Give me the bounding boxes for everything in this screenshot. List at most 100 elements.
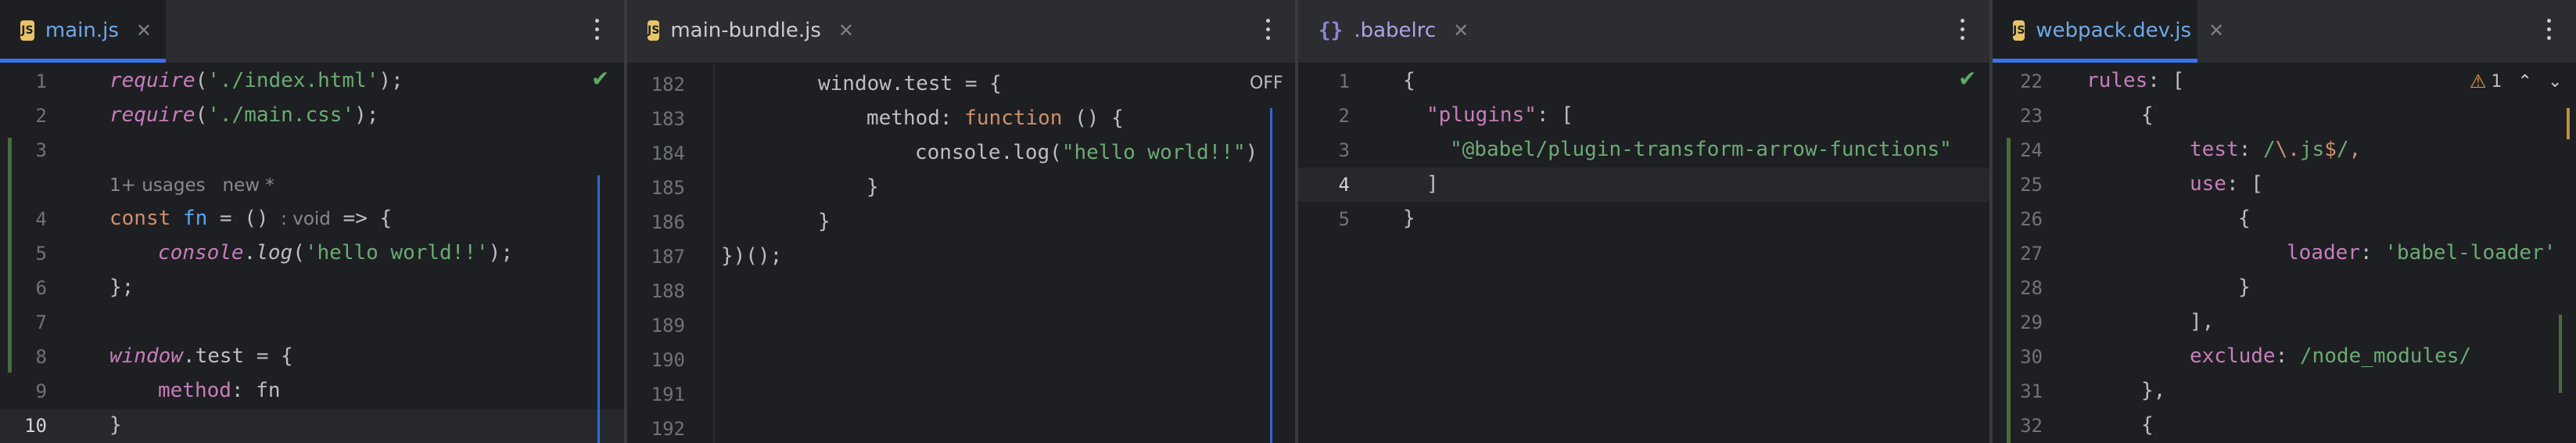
code-line-4: const fn = () : void => {: [109, 207, 393, 230]
line-number: 22: [2020, 70, 2043, 92]
tab-bar: JS main-bundle.js ✕: [627, 0, 1295, 64]
close-icon[interactable]: ✕: [2208, 20, 2224, 41]
line-number-gutter: 1 2 3 4 5 6 7 8 9 10: [0, 64, 94, 443]
code-line-2: "plugins": [: [1426, 103, 1573, 127]
line-number: 24: [2020, 139, 2043, 161]
code-line-24: test: /\.js$/,: [2190, 138, 2362, 161]
no-problems-check-icon: ✔: [591, 66, 610, 92]
line-number: 8: [35, 346, 47, 368]
line-number: 3: [1338, 139, 1350, 161]
more-options-icon[interactable]: [1958, 19, 1966, 44]
line-number: 182: [651, 74, 685, 95]
line-number: 6: [35, 277, 47, 299]
ide-window: JS main.js ✕ 1 2 3 4 5 6 7 8 9 10 ✔ requ…: [0, 0, 2576, 443]
line-number-gutter: 22 23 24 25 26 27 28 29 30 31 32: [1993, 64, 2071, 443]
author-inlay-hint: new *: [222, 175, 274, 196]
line-number: 23: [2020, 105, 2043, 127]
close-icon[interactable]: ✕: [1453, 20, 1469, 41]
line-number: 3: [35, 139, 47, 161]
code-line-26: {: [2238, 207, 2251, 230]
code-line-28: }: [2238, 276, 2251, 299]
js-icon: JS: [20, 20, 34, 41]
code-line-25: use: [: [2190, 172, 2263, 196]
line-number-gutter: 182 183 184 185 186 187 188 189 190 191 …: [627, 64, 715, 443]
tab-bar: {} .babelrc ✕: [1298, 0, 1989, 64]
tab-main-bundle-js[interactable]: JS main-bundle.js ✕: [627, 0, 868, 61]
line-number: 190: [651, 349, 685, 371]
code-line-184: console.log("hello world!!"): [915, 141, 1258, 164]
line-number: 2: [1338, 105, 1350, 127]
chevron-down-icon[interactable]: ⌄: [2548, 72, 2562, 92]
scrollbar[interactable]: [1270, 108, 1272, 443]
tab-main-js[interactable]: JS main.js ✕: [0, 0, 166, 63]
line-number: 32: [2020, 415, 2043, 437]
line-number: 31: [2020, 380, 2043, 402]
line-number: 191: [651, 384, 685, 405]
editor-pane-webpack-dev-js: JS webpack.dev.js ✕ 22 23 24 25 26 27 28…: [1993, 0, 2576, 443]
line-number: 188: [651, 280, 685, 302]
line-number: 187: [651, 246, 685, 268]
line-number: 25: [2020, 174, 2043, 196]
code-editor[interactable]: 1 2 3 4 5 ✔ { "plugins": [ "@babel/plugi…: [1298, 64, 1989, 443]
code-editor[interactable]: 182 183 184 185 186 187 188 189 190 191 …: [627, 64, 1295, 443]
code-line-1: require('./index.html');: [109, 69, 404, 92]
active-tab-indicator: [0, 59, 166, 63]
more-options-icon[interactable]: [1264, 19, 1272, 44]
json-icon: {}: [1318, 19, 1344, 42]
line-number: 28: [2020, 277, 2043, 299]
line-number: 192: [651, 418, 685, 440]
code-line-10: }: [109, 413, 122, 437]
line-number: 1: [35, 70, 47, 92]
line-number: 183: [651, 108, 685, 130]
code-line-32: {: [2141, 413, 2154, 437]
tab-webpack-dev-js[interactable]: JS webpack.dev.js ✕: [1993, 0, 2224, 63]
tab-babelrc[interactable]: {} .babelrc ✕: [1298, 0, 1476, 61]
code-line-29: ],: [2190, 310, 2215, 333]
more-options-icon[interactable]: [593, 19, 601, 44]
editor-pane-main-bundle-js: JS main-bundle.js ✕ 182 183 184 185 186 …: [627, 0, 1295, 443]
scrollbar[interactable]: [2567, 108, 2570, 139]
tab-label: main.js: [45, 19, 119, 42]
code-line-3: "@babel/plugin-transform-arrow-functions…: [1450, 138, 1952, 161]
usages-inlay-hint[interactable]: 1+ usages new *: [109, 175, 274, 196]
code-line-183: method: function () {: [866, 106, 1124, 130]
code-line-186: }: [818, 210, 831, 233]
line-number: 186: [651, 211, 685, 233]
line-number: 2: [35, 105, 47, 127]
line-number: 30: [2020, 346, 2043, 368]
editor-pane-babelrc: {} .babelrc ✕ 1 2 3 4 5 ✔ { "plugins": […: [1298, 0, 1989, 443]
line-number: 4: [1338, 174, 1350, 196]
code-line-185: }: [866, 175, 879, 199]
scrollbar-change-marker: [2559, 315, 2562, 393]
chevron-up-icon[interactable]: ⌃: [2518, 72, 2532, 92]
code-editor[interactable]: 1 2 3 4 5 6 7 8 9 10 ✔ require('./index.…: [0, 64, 624, 443]
line-number: 7: [35, 312, 47, 333]
tab-label: webpack.dev.js: [2036, 19, 2192, 42]
line-number: 27: [2020, 243, 2043, 265]
code-editor[interactable]: 22 23 24 25 26 27 28 29 30 31 32 ⚠ 1 ⌃ ⌄…: [1993, 64, 2576, 443]
scrollbar[interactable]: [597, 175, 600, 443]
code-line-8: window.test = {: [109, 344, 293, 368]
tab-label: main-bundle.js: [670, 19, 821, 42]
js-icon: JS: [648, 20, 660, 41]
no-problems-check-icon: ✔: [1958, 66, 1977, 92]
close-icon[interactable]: ✕: [838, 20, 854, 41]
code-line-5: console.log('hello world!!');: [158, 241, 513, 265]
line-number: 10: [24, 415, 47, 437]
tab-label: .babelrc: [1354, 19, 1437, 42]
code-line-22: rules: [: [2086, 69, 2185, 92]
highlighting-off-label[interactable]: OFF: [1250, 74, 1283, 93]
code-line-187: })();: [721, 244, 783, 268]
warning-icon: ⚠: [2470, 70, 2487, 92]
inspection-widget[interactable]: ⚠ 1 ⌃ ⌄: [2470, 70, 2562, 92]
return-type-inlay-hint: : void: [281, 209, 331, 229]
line-number-gutter: 1 2 3 4 5: [1298, 64, 1384, 443]
code-line-6: };: [109, 276, 135, 299]
more-options-icon[interactable]: [2545, 19, 2553, 44]
code-line-31: },: [2141, 379, 2166, 402]
line-number: 4: [35, 208, 47, 230]
code-line-27: loader: 'babel-loader': [2287, 241, 2556, 265]
line-number: 184: [651, 142, 685, 164]
code-line-4: ]: [1426, 172, 1439, 196]
close-icon[interactable]: ✕: [136, 20, 152, 41]
